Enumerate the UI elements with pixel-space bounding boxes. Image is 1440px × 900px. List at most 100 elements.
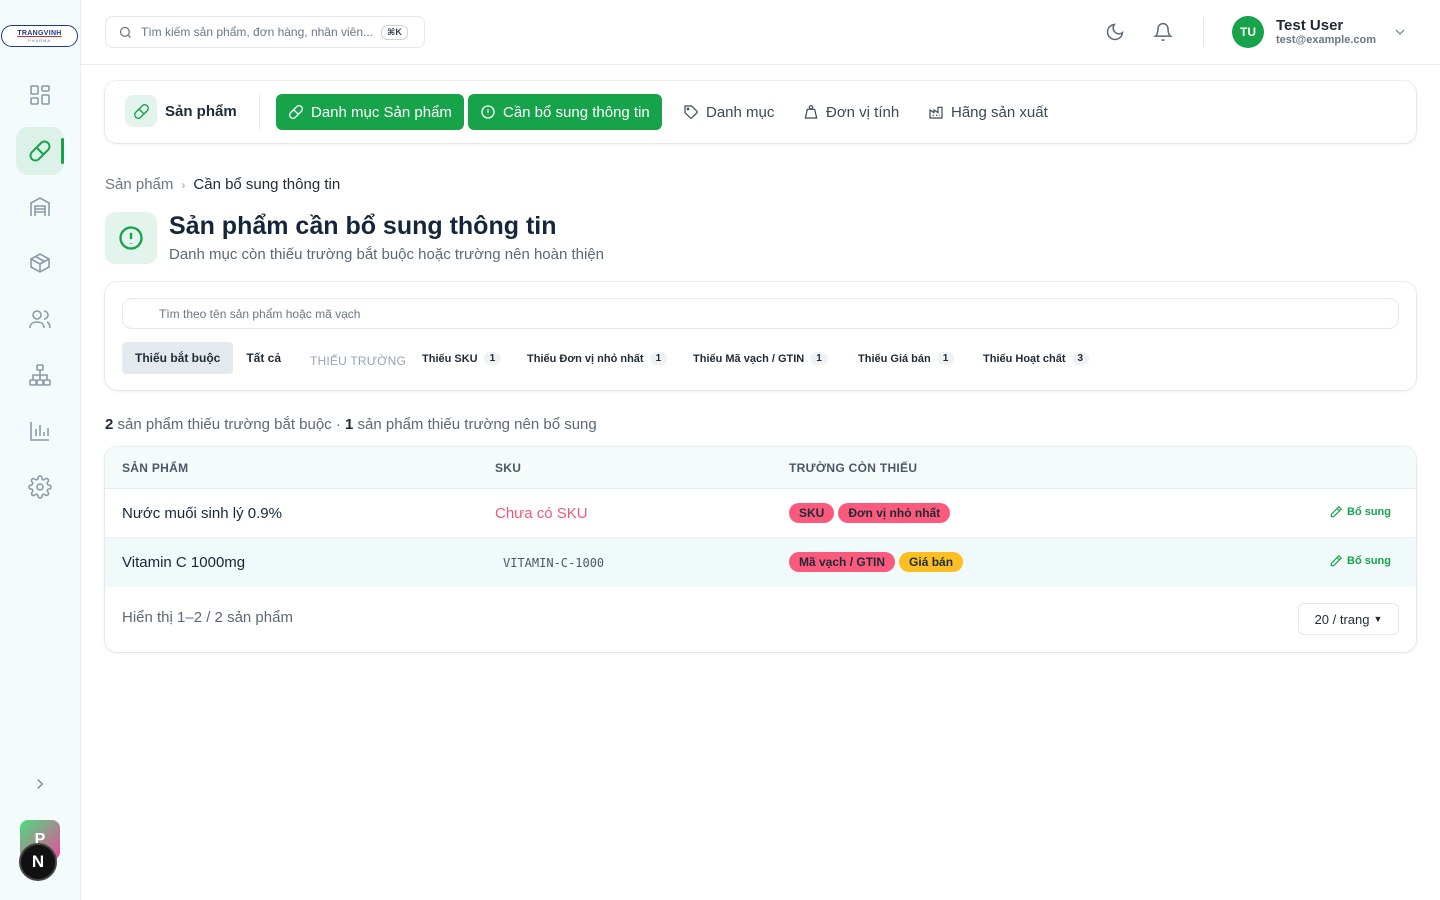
moon-icon — [1106, 23, 1124, 41]
supplement-button[interactable]: Bổ sung — [1329, 554, 1391, 568]
sidebar-item-reports[interactable] — [16, 407, 64, 455]
breadcrumb-current: Cần bổ sung thông tin — [193, 176, 341, 193]
sidebar: TRANGVINH PHARMA P N — [0, 0, 81, 900]
alert-circle-icon — [105, 212, 157, 264]
page-title: Sản phẩm cần bổ sung thông tin — [169, 212, 557, 240]
sidebar-item-inventory[interactable] — [16, 239, 64, 287]
brand-logo-text: TRANGVINH — [17, 29, 62, 37]
missing-products-table: SẢN PHẨM SKU TRƯỜNG CÒN THIẾU Nước muối … — [105, 447, 1416, 652]
breadcrumb-parent[interactable]: Sản phẩm — [105, 176, 173, 193]
user-avatar[interactable]: TU — [1232, 16, 1264, 48]
chevron-right-icon: › — [181, 177, 186, 192]
brand-logo-subtext: PHARMA — [27, 37, 52, 43]
table-row[interactable]: Vitamin C 1000mg VITAMIN-C-1000 Mã vạch … — [105, 538, 1416, 587]
page-size-select[interactable]: 20 / trang ▼ — [1298, 603, 1399, 635]
segment-required-missing[interactable]: Thiếu bắt buộc — [122, 342, 234, 374]
dashboard-icon — [30, 85, 50, 105]
tab-label: Danh mục Sản phẩm — [311, 103, 452, 121]
sku-missing-text: Chưa có SKU — [495, 505, 588, 522]
user-email: test@example.com — [1276, 34, 1376, 46]
scope-segmented-control: Thiếu bắt buộc Tất cả — [122, 342, 294, 374]
alert-circle-icon — [481, 105, 495, 119]
product-search-input[interactable] — [122, 298, 1399, 329]
gear-icon — [28, 475, 52, 499]
product-name: Vitamin C 1000mg — [122, 554, 246, 571]
chevron-right-icon — [37, 778, 44, 790]
missing-field-tags: SKU Đơn vị nhỏ nhất — [789, 503, 951, 523]
tab-categories[interactable]: Danh mục — [671, 94, 786, 130]
pill-icon — [289, 105, 303, 119]
table-row[interactable]: Nước muối sinh lý 0.9% Chưa có SKU SKU Đ… — [105, 489, 1416, 538]
bell-icon — [1153, 22, 1173, 42]
box-icon — [30, 253, 50, 273]
dev-tools-badge[interactable]: N — [19, 843, 57, 881]
product-tabs: Sản phẩm Danh mục Sản phẩm Cần bổ sung t… — [105, 81, 1416, 143]
breadcrumb: Sản phẩm › Cần bổ sung thông tin — [105, 176, 340, 193]
factory-icon — [929, 106, 943, 119]
tab-label: Danh mục — [706, 103, 775, 121]
filter-chip-missing-sku[interactable]: Thiếu SKU 1 — [422, 352, 502, 365]
optional-missing-text: sản phẩm thiếu trường nên bổ sung — [353, 416, 597, 433]
missing-fields-label: THIẾU TRƯỜNG — [310, 354, 407, 368]
theme-toggle-button[interactable] — [1103, 20, 1127, 44]
chip-count: 1 — [649, 352, 668, 365]
tab-manufacturers[interactable]: Hãng sản xuất — [916, 94, 1060, 130]
search-shortcut-badge: ⌘K — [381, 24, 408, 40]
supplement-button-label: Bổ sung — [1347, 555, 1391, 567]
global-search[interactable]: Tìm kiếm sản phẩm, đơn hàng, nhân viên..… — [105, 16, 425, 48]
page-size-value: 20 / trang — [1314, 611, 1370, 627]
tab-units[interactable]: Đơn vị tính — [791, 94, 911, 130]
table-header: SẢN PHẨM SKU TRƯỜNG CÒN THIẾU — [105, 447, 1416, 489]
filter-chip-missing-active-ingredient[interactable]: Thiếu Hoạt chất 3 — [983, 352, 1090, 365]
pill-icon — [125, 95, 157, 127]
sku-value: VITAMIN-C-1000 — [503, 556, 605, 570]
weight-icon — [804, 105, 818, 119]
supplement-button[interactable]: Bổ sung — [1329, 505, 1391, 519]
chip-count: 1 — [810, 352, 828, 365]
segment-all[interactable]: Tất cả — [233, 342, 294, 374]
sidebar-item-customers[interactable] — [16, 295, 64, 343]
sidebar-item-dashboard[interactable] — [16, 71, 64, 119]
hierarchy-icon — [29, 364, 51, 386]
sidebar-item-products[interactable] — [16, 127, 64, 175]
chip-label: Thiếu SKU — [422, 352, 478, 365]
module-title-label: Sản phẩm — [165, 102, 237, 120]
product-name: Nước muối sinh lý 0.9% — [122, 505, 282, 522]
user-menu-toggle[interactable] — [1392, 24, 1408, 40]
filter-panel: Thiếu bắt buộc Tất cả THIẾU TRƯỜNG Thiếu… — [105, 282, 1416, 390]
notifications-button[interactable] — [1151, 20, 1175, 44]
chevron-down-icon — [1395, 29, 1405, 35]
filter-chip-missing-barcode[interactable]: Thiếu Mã vạch / GTIN 1 — [693, 352, 828, 365]
search-icon — [119, 26, 131, 38]
tab-needs-info[interactable]: Cần bổ sung thông tin — [468, 94, 662, 130]
suggested-tag: Giá bán — [899, 552, 964, 572]
sidebar-expand-button[interactable] — [28, 772, 52, 796]
chart-icon — [30, 422, 49, 441]
column-header-missing-fields: TRƯỜNG CÒN THIẾU — [789, 461, 918, 475]
pencil-icon — [1330, 554, 1343, 567]
tab-product-catalog[interactable]: Danh mục Sản phẩm — [276, 94, 464, 130]
missing-tag: Đơn vị nhỏ nhất — [838, 503, 951, 523]
required-missing-text: sản phẩm thiếu trường bắt buộc · — [113, 416, 346, 433]
chip-label: Thiếu Giá bán — [858, 352, 931, 365]
users-icon — [29, 310, 51, 329]
column-header-sku: SKU — [495, 461, 522, 475]
tab-label: Đơn vị tính — [826, 103, 900, 121]
pill-icon — [29, 140, 51, 162]
sidebar-item-warehouse[interactable] — [16, 183, 64, 231]
sidebar-item-organization[interactable] — [16, 351, 64, 399]
brand-logo[interactable]: TRANGVINH PHARMA — [1, 25, 78, 47]
filter-chip-missing-smallest-unit[interactable]: Thiếu Đơn vị nhỏ nhất 1 — [527, 352, 668, 365]
tabs-divider — [259, 94, 260, 130]
user-name[interactable]: Test User — [1276, 17, 1343, 34]
page-subtitle: Danh mục còn thiếu trường bắt buộc hoặc … — [169, 246, 605, 263]
tag-icon — [684, 105, 698, 119]
sidebar-item-settings[interactable] — [16, 463, 64, 511]
header-divider — [1203, 18, 1204, 46]
chip-count: 1 — [483, 352, 502, 365]
chip-count: 3 — [1071, 352, 1090, 365]
caret-down-icon: ▼ — [1373, 614, 1383, 624]
filter-chip-missing-price[interactable]: Thiếu Giá bán 1 — [858, 352, 955, 365]
chip-label: Thiếu Đơn vị nhỏ nhất — [527, 352, 644, 365]
chip-count: 1 — [936, 352, 955, 365]
